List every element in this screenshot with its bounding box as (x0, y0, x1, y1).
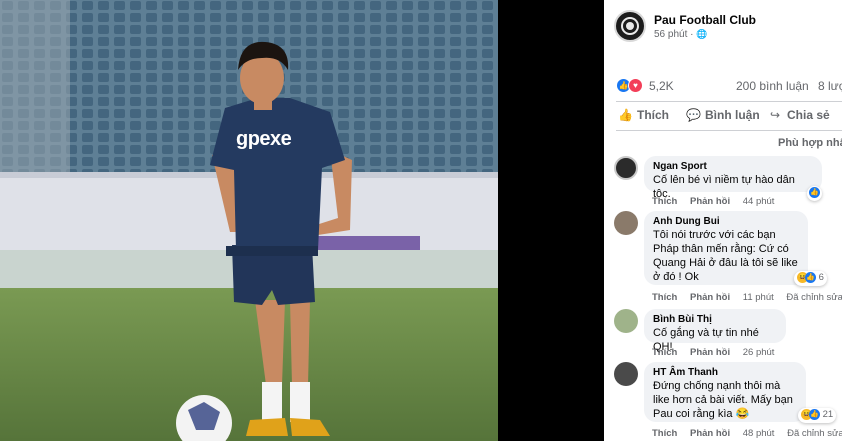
comment-author[interactable]: Ngan Sport (653, 161, 813, 172)
photo-letterbox (498, 0, 604, 441)
comment-author[interactable]: HT Âm Thanh (653, 367, 797, 378)
comment-reactions[interactable]: 👍 (807, 186, 822, 201)
comment-reactions[interactable]: 😆👍 6 (794, 271, 827, 286)
shirt-sponsor-text: gpexe (236, 128, 292, 150)
comment-time[interactable]: 26 phút (743, 347, 775, 358)
comment-time[interactable]: 48 phút (743, 428, 775, 439)
like-icon: 👍 (809, 187, 820, 198)
avatar[interactable] (614, 362, 638, 386)
post-meta: 56 phút · 🌐 (654, 29, 708, 40)
post-stats: 👍 ♥ 5,2K 200 bình luận 8 lượt chia (616, 78, 842, 94)
comment-reply-button[interactable]: Phản hồi (690, 196, 730, 207)
avatar[interactable] (614, 156, 638, 180)
comment-text: Đứng chống nạnh thôi mà like hơn cả bài … (653, 380, 793, 420)
comment-bubble: Bình Bùi Thị Cố gắng và tự tin nhé QH! (644, 309, 786, 353)
divider (616, 130, 842, 131)
comment-reply-button[interactable]: Phản hồi (690, 347, 730, 358)
edited-label: Đã chỉnh sửa (786, 292, 842, 303)
page-avatar[interactable] (614, 10, 646, 42)
like-button[interactable]: 👍 Thích (618, 108, 669, 122)
comment-reaction-count: 6 (818, 272, 824, 283)
share-button[interactable]: ↪ Chia sẻ (768, 108, 830, 122)
comment-bubble: Ngan Sport Cố lên bé vì niềm tự hào dân … (644, 156, 822, 200)
comment-time[interactable]: 44 phút (743, 196, 775, 207)
comment-author[interactable]: Anh Dung Bui (653, 216, 799, 227)
post-header: Pau Football Club 56 phút · 🌐 (614, 10, 842, 44)
player-photo-illustration (0, 0, 498, 441)
comment-like-button[interactable]: Thích (652, 347, 677, 358)
comment-button[interactable]: 💬 Bình luận (686, 108, 760, 122)
comment-author[interactable]: Bình Bùi Thị (653, 314, 777, 325)
comment-actions: Thích Phản hồi 48 phút Đã chỉnh sửa (652, 428, 842, 439)
like-icon: 👍 (805, 272, 816, 283)
post-details-panel: Pau Football Club 56 phút · 🌐 👍 ♥ 5,2K 2… (604, 0, 842, 441)
share-count[interactable]: 8 lượt chia (818, 79, 842, 93)
comment-like-button[interactable]: Thích (652, 292, 677, 303)
love-icon: ♥ (628, 78, 643, 93)
comment-actions: Thích Phản hồi 26 phút (652, 347, 784, 358)
divider (616, 101, 842, 102)
comment-like-button[interactable]: Thích (652, 428, 677, 439)
comment-reactions[interactable]: 😆👍 21 (798, 408, 837, 423)
comment-actions: Thích Phản hồi 44 phút (652, 196, 784, 207)
thumbs-up-icon: 👍 (618, 108, 633, 122)
comment-bubble: HT Âm Thanh Đứng chống nạnh thôi mà like… (644, 362, 806, 422)
avatar[interactable] (614, 211, 638, 235)
post-time[interactable]: 56 phút (654, 29, 687, 40)
reaction-count[interactable]: 5,2K (649, 79, 674, 93)
comment-reaction-count: 21 (822, 409, 834, 420)
like-icon: 👍 (809, 409, 820, 420)
comment-reply-button[interactable]: Phản hồi (690, 292, 730, 303)
comment-like-button[interactable]: Thích (652, 196, 677, 207)
post-photo[interactable]: gpexe (0, 0, 498, 441)
comment-text: Tôi nói trước với các bạn Pháp thân mến … (653, 229, 798, 283)
share-arrow-icon: ↪ (769, 108, 781, 122)
comment-bubble: Anh Dung Bui Tôi nói trước với các bạn P… (644, 211, 808, 285)
reaction-icons[interactable]: 👍 ♥ (616, 78, 646, 94)
post-actions: 👍 Thích 💬 Bình luận ↪ Chia sẻ (604, 108, 842, 126)
comment-bubble-icon: 💬 (686, 108, 701, 122)
comment-actions: Thích Phản hồi 11 phút Đã chỉnh sửa (652, 292, 842, 303)
edited-label: Đã chỉnh sửa (787, 428, 842, 439)
page-name-link[interactable]: Pau Football Club (654, 13, 756, 27)
comment-reply-button[interactable]: Phản hồi (690, 428, 730, 439)
globe-icon: 🌐 (696, 29, 708, 39)
comment-time[interactable]: 11 phút (743, 292, 774, 303)
avatar[interactable] (614, 309, 638, 333)
comment-sort-dropdown[interactable]: Phù hợp nhất (778, 137, 842, 149)
comment-count[interactable]: 200 bình luận (736, 79, 809, 93)
